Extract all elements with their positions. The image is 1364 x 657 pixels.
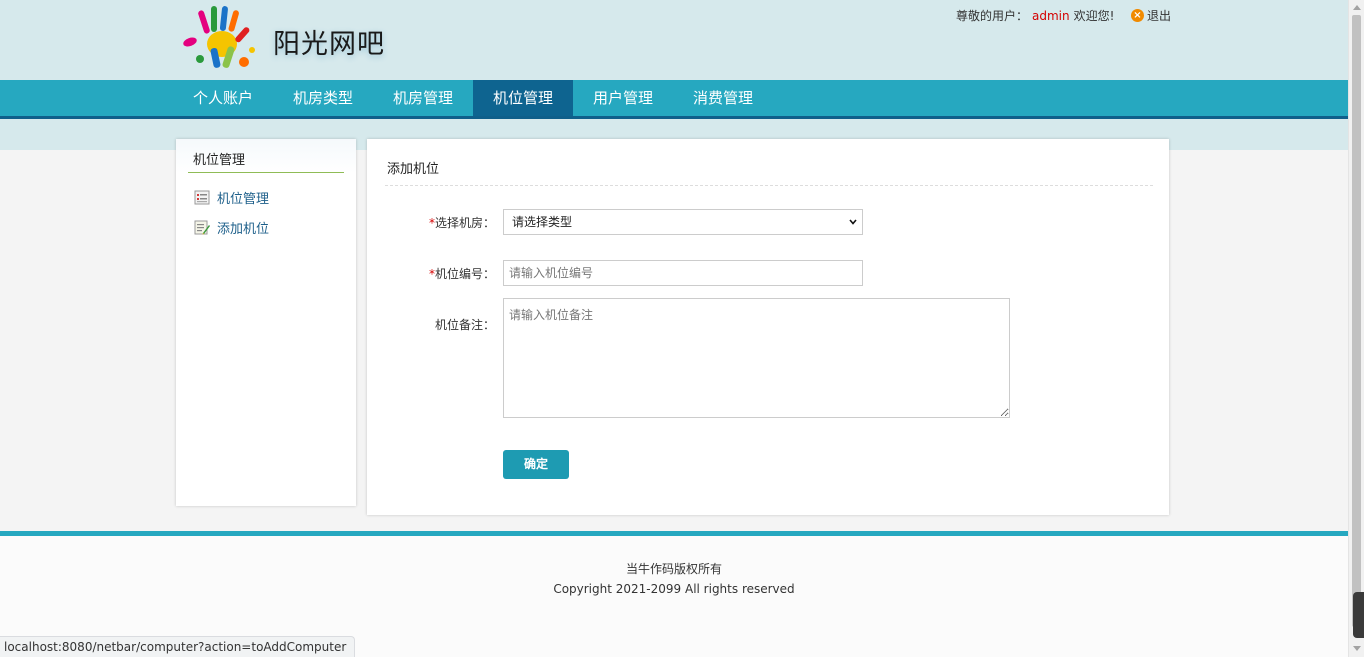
sidebar-item-label: 添加机位 — [217, 221, 270, 237]
nav-item-consumption-management[interactable]: 消费管理 — [673, 80, 773, 116]
sidebar: 机位管理 机位管理 添加机位 — [176, 139, 356, 506]
sidebar-item-label: 机位管理 — [217, 191, 270, 207]
nav-item-seat-management[interactable]: 机位管理 — [473, 80, 573, 116]
room-label: *选择机房： — [429, 214, 495, 231]
greeting-text: 尊敬的用户： — [956, 9, 1029, 23]
status-url: localhost:8080/netbar/computer?action=to… — [0, 636, 356, 657]
side-widget[interactable] — [1353, 592, 1364, 638]
room-label-text: 选择机房： — [434, 216, 495, 230]
footer-copyright: Copyright 2021-2099 All rights reserved — [553, 582, 795, 596]
confirm-button[interactable]: 确定 — [503, 450, 569, 479]
seat-note-textarea[interactable] — [503, 298, 1010, 418]
main-nav: 个人账户 机房类型 机房管理 机位管理 用户管理 消费管理 — [0, 80, 1348, 116]
page-title: 添加机位 — [387, 162, 440, 177]
edit-doc-icon — [194, 220, 210, 235]
content-panel: 添加机位 *选择机房： 请选择类型 *机位编号： 机位备注： 确定 — [367, 139, 1169, 515]
room-select-value: 请选择类型 — [512, 215, 573, 229]
colorful-hands-icon — [183, 6, 255, 68]
seat-number-input[interactable] — [503, 260, 863, 286]
sidebar-header: 机位管理 — [176, 139, 356, 173]
site-title: 阳光网吧 — [273, 29, 385, 60]
footer-owner: 当牛作码版权所有 — [625, 562, 722, 576]
number-label-text: 机位编号： — [434, 267, 495, 281]
nav-item-user-management[interactable]: 用户管理 — [573, 80, 673, 116]
scroll-down-arrow-icon[interactable] — [1353, 646, 1361, 651]
logout-icon: × — [1131, 9, 1144, 22]
list-doc-icon — [194, 190, 210, 205]
vertical-scrollbar[interactable] — [1348, 0, 1364, 657]
sidebar-title: 机位管理 — [193, 153, 246, 168]
sidebar-item-seat-management[interactable]: 机位管理 — [194, 187, 269, 207]
welcome-text: 欢迎您! — [1073, 9, 1115, 23]
scroll-thumb[interactable] — [1352, 15, 1361, 627]
nav-item-room-type[interactable]: 机房类型 — [273, 80, 373, 116]
number-label: *机位编号： — [429, 265, 495, 282]
scroll-up-arrow-icon[interactable] — [1353, 5, 1361, 10]
logout-link[interactable]: × 退出 — [1131, 7, 1171, 24]
nav-item-room-management[interactable]: 机房管理 — [373, 80, 473, 116]
header: 阳光网吧 尊敬的用户： admin 欢迎您! × 退出 — [0, 0, 1348, 80]
logout-label: 退出 — [1147, 9, 1172, 23]
nav-underline — [0, 116, 1348, 119]
nav-item-personal-account[interactable]: 个人账户 — [173, 80, 273, 116]
sidebar-divider — [188, 172, 344, 173]
user-greeting: 尊敬的用户： admin 欢迎您! — [956, 7, 1114, 24]
chevron-down-icon — [849, 219, 857, 225]
username: admin — [1032, 9, 1070, 23]
title-divider — [385, 185, 1153, 186]
room-select[interactable]: 请选择类型 — [503, 209, 863, 235]
note-label: 机位备注： — [434, 318, 495, 332]
sidebar-item-add-seat[interactable]: 添加机位 — [194, 217, 269, 237]
